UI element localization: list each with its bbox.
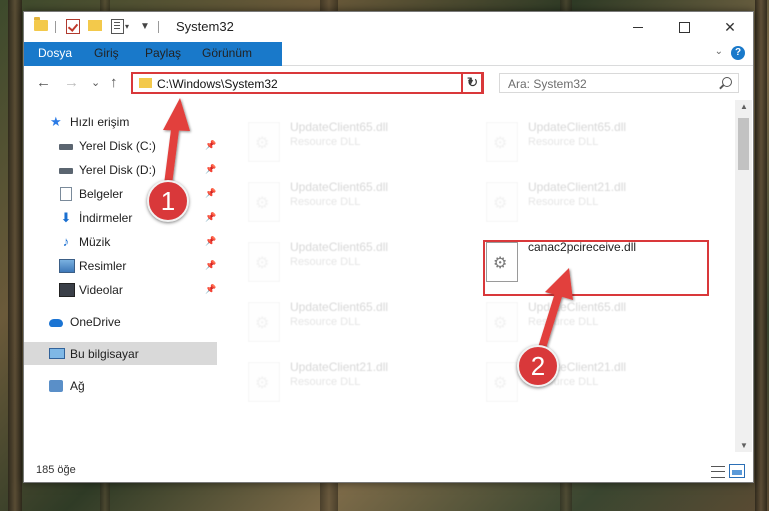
step-1-badge: 1 <box>147 180 189 222</box>
step-2-badge: 2 <box>517 345 559 387</box>
annotation-arrows <box>162 98 573 368</box>
